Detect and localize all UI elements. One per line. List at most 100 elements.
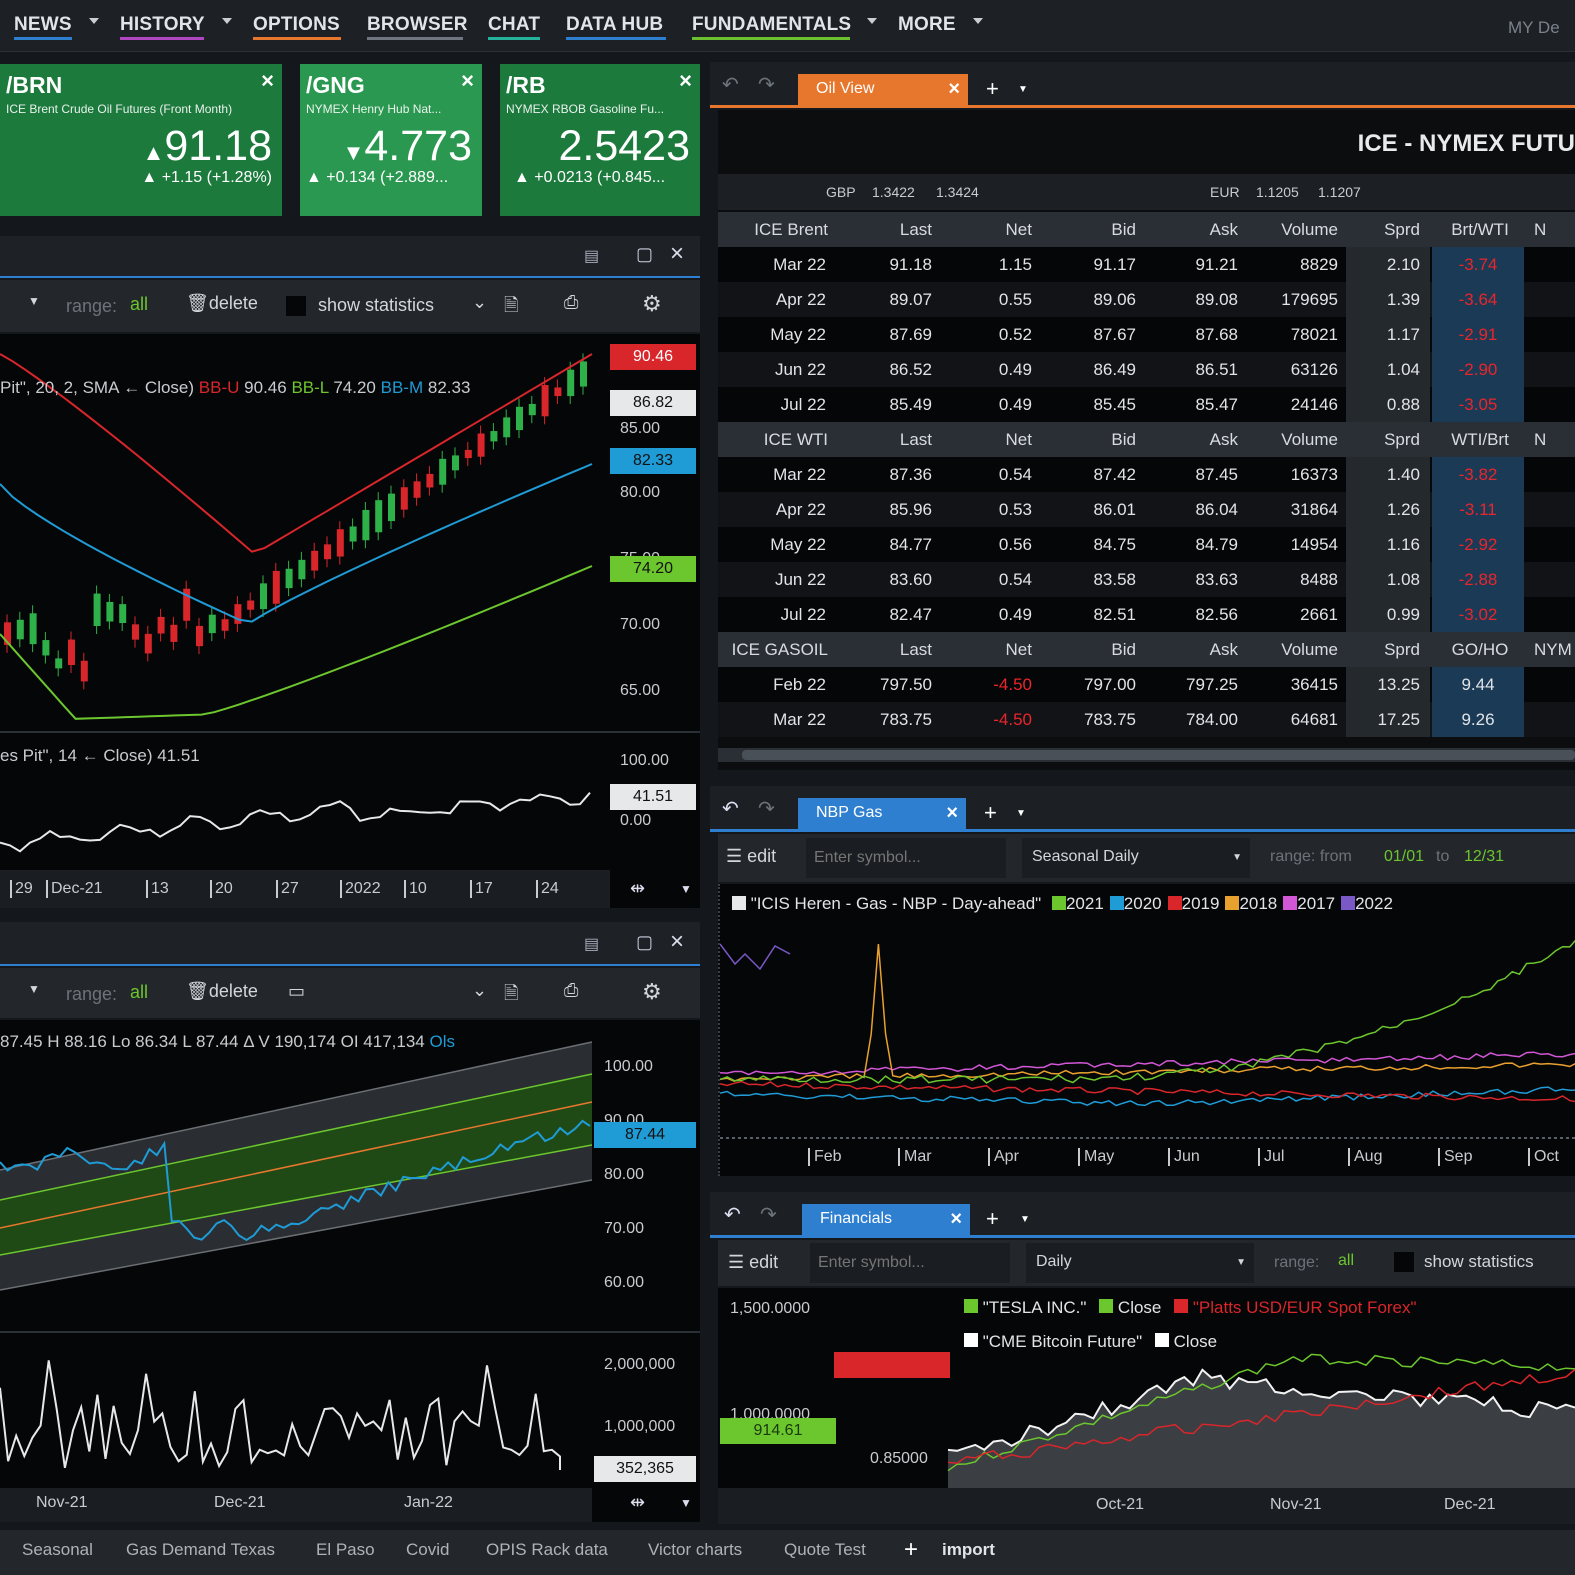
nav-data-hub[interactable]: DATA HUB <box>566 14 663 36</box>
tab-nbp-gas[interactable]: NBP Gas × <box>798 798 966 830</box>
comment-icon[interactable]: ▭ <box>288 981 305 1002</box>
quote-row[interactable]: May 22 84.77 0.56 84.75 84.79 14954 1.16 -2.92 <box>718 527 1575 562</box>
gear-icon[interactable]: ⚙ <box>642 979 662 1005</box>
nav-browser[interactable]: BROWSER <box>367 14 468 36</box>
bottom-tab-el-paso[interactable]: El Paso <box>316 1540 375 1560</box>
nav-options[interactable]: OPTIONS <box>253 14 340 36</box>
import-button[interactable]: import <box>942 1540 995 1560</box>
maximize-icon[interactable]: ▢ <box>636 932 653 953</box>
undo-icon[interactable]: ↶ <box>722 796 739 821</box>
close-icon[interactable]: × <box>670 240 684 268</box>
tile-gng[interactable]: /GNG × NYMEX Henry Hub Nat... ▼4.773 ▲ +… <box>300 64 482 216</box>
print-icon[interactable]: ⎙ <box>564 292 578 313</box>
close-icon[interactable]: × <box>946 798 958 828</box>
delete-button[interactable]: 🗑delete <box>186 293 258 314</box>
edit-button[interactable]: ☰ edit <box>728 1252 778 1273</box>
horizontal-scrollbar[interactable] <box>718 748 1575 762</box>
nav-news[interactable]: NEWS <box>14 14 72 36</box>
range-from-input[interactable]: 01/01 <box>1384 848 1424 866</box>
tab-oil-view[interactable]: Oil View × <box>798 74 968 106</box>
bottom-tab-gas-demand-texas[interactable]: Gas Demand Texas <box>126 1540 275 1560</box>
add-tab-icon[interactable]: + <box>986 76 999 102</box>
chevron-down-icon[interactable]: ▼ <box>680 1496 692 1510</box>
delete-button[interactable]: 🗑delete <box>186 981 258 1002</box>
quote-row[interactable]: Mar 22 91.18 1.15 91.17 91.21 8829 2.10 -3.74 <box>718 247 1575 282</box>
close-icon[interactable]: × <box>679 68 692 94</box>
zoom-icon[interactable]: ⇹ <box>630 1492 645 1513</box>
nav-more[interactable]: MORE <box>898 14 956 36</box>
zoom-icon[interactable]: ⇹ <box>630 878 645 899</box>
quote-row[interactable]: Apr 22 85.96 0.53 86.01 86.04 31864 1.26 -3.11 <box>718 492 1575 527</box>
add-tab-icon[interactable]: + <box>984 800 997 826</box>
tab-financials[interactable]: Financials × <box>802 1204 970 1236</box>
maximize-icon[interactable]: ▢ <box>636 244 653 265</box>
sprd-cell: 1.39 <box>1386 290 1420 309</box>
undo-icon[interactable]: ↶ <box>724 1202 741 1227</box>
nav-history[interactable]: HISTORY <box>120 14 205 36</box>
undo-icon[interactable]: ↶ <box>722 72 739 97</box>
layout-icon[interactable]: ▤ <box>584 934 599 954</box>
quote-row[interactable]: Feb 22 797.50 -4.50 797.00 797.25 36415 13.25 9… <box>718 667 1575 702</box>
redo-icon[interactable]: ↷ <box>758 796 775 821</box>
close-icon[interactable]: × <box>261 68 274 94</box>
symbol-input[interactable] <box>806 838 1006 878</box>
quote-row[interactable]: Jun 22 86.52 0.49 86.49 86.51 63126 1.04 -2.90 <box>718 352 1575 387</box>
mode-select[interactable]: Seasonal Daily ▼ <box>1022 838 1250 878</box>
quote-row[interactable]: Mar 22 783.75 -4.50 783.75 784.00 64681 17.25 9… <box>718 702 1575 737</box>
redo-icon[interactable]: ↷ <box>760 1202 777 1227</box>
close-icon[interactable]: × <box>670 928 684 956</box>
range-all-button[interactable]: all <box>130 294 148 315</box>
quote-row[interactable]: Jun 22 83.60 0.54 83.58 83.63 8488 1.08 -2.88 <box>718 562 1575 597</box>
bottom-tab-opis-rack-data[interactable]: OPIS Rack data <box>486 1540 608 1560</box>
chevron-down-icon[interactable]: ▼ <box>680 882 692 896</box>
range-all-button[interactable]: all <box>130 982 148 1003</box>
user-menu[interactable]: MY De <box>1508 18 1560 38</box>
chevron-down-icon[interactable]: ▼ <box>1018 84 1028 95</box>
bottom-tab-seasonal[interactable]: Seasonal <box>22 1540 93 1560</box>
edit-button[interactable]: ☰ edit <box>726 846 776 867</box>
add-tab-icon[interactable]: + <box>904 1536 918 1564</box>
candle-body <box>196 625 203 647</box>
quote-row[interactable]: Mar 22 87.36 0.54 87.42 87.45 16373 1.40 -3.82 <box>718 457 1575 492</box>
quote-row[interactable]: May 22 87.69 0.52 87.67 87.68 78021 1.17 -2.91 <box>718 317 1575 352</box>
range-all-button[interactable]: all <box>1338 1252 1354 1270</box>
tile-rb[interactable]: /RB × NYMEX RBOB Gasoline Fu... 2.5423 ▲… <box>500 64 700 216</box>
show-statistics-checkbox[interactable] <box>1394 1252 1414 1272</box>
show-statistics-checkbox[interactable] <box>286 296 306 316</box>
bottom-tab-covid[interactable]: Covid <box>406 1540 449 1560</box>
add-tab-icon[interactable]: + <box>986 1206 999 1232</box>
net-cell: 0.54 <box>998 465 1032 484</box>
quote-row[interactable]: Jul 22 85.49 0.49 85.45 85.47 24146 0.88 -3.05 <box>718 387 1575 422</box>
mode-select[interactable]: Daily ▼ <box>1026 1243 1254 1283</box>
nav-fundamentals[interactable]: FUNDAMENTALS <box>692 14 851 36</box>
close-icon[interactable]: × <box>948 74 960 104</box>
chevron-down-icon[interactable]: ▼ <box>1016 808 1026 819</box>
nav-fundamentals-caret-icon[interactable] <box>867 18 877 24</box>
tile-brn[interactable]: /BRN × ICE Brent Crude Oil Futures (Fron… <box>0 64 282 216</box>
chevron-down-icon[interactable]: ▼ <box>28 982 40 996</box>
save-icon[interactable]: 🗎 <box>504 981 518 1011</box>
chevron-down-icon[interactable]: ▼ <box>28 294 40 308</box>
candle-body <box>388 493 395 522</box>
nav-news-caret-icon[interactable] <box>89 18 99 24</box>
bottom-tab-victor-charts[interactable]: Victor charts <box>648 1540 742 1560</box>
chevron-down-icon[interactable]: ⌄ <box>472 292 487 313</box>
close-icon[interactable]: × <box>461 68 474 94</box>
scrollbar-thumb[interactable] <box>742 750 1575 760</box>
save-icon[interactable]: 🗎 <box>504 293 518 323</box>
layout-icon[interactable]: ▤ <box>584 246 599 266</box>
bottom-tab-quote-test[interactable]: Quote Test <box>784 1540 866 1560</box>
redo-icon[interactable]: ↷ <box>758 72 775 97</box>
nav-more-caret-icon[interactable] <box>973 18 983 24</box>
nav-history-caret-icon[interactable] <box>222 18 232 24</box>
gear-icon[interactable]: ⚙ <box>642 291 662 317</box>
quote-row[interactable]: Apr 22 89.07 0.55 89.06 89.08 179695 1.39 -3.64 <box>718 282 1575 317</box>
range-to-input[interactable]: 12/31 <box>1464 848 1504 866</box>
quote-row[interactable]: Jul 22 82.47 0.49 82.51 82.56 2661 0.99 -3.02 <box>718 597 1575 632</box>
symbol-input[interactable] <box>810 1243 1010 1283</box>
chevron-down-icon[interactable]: ▼ <box>1020 1214 1030 1225</box>
chevron-down-icon[interactable]: ⌄ <box>472 980 487 1001</box>
nav-chat[interactable]: CHAT <box>488 14 540 36</box>
print-icon[interactable]: ⎙ <box>564 980 578 1001</box>
close-icon[interactable]: × <box>950 1204 962 1234</box>
